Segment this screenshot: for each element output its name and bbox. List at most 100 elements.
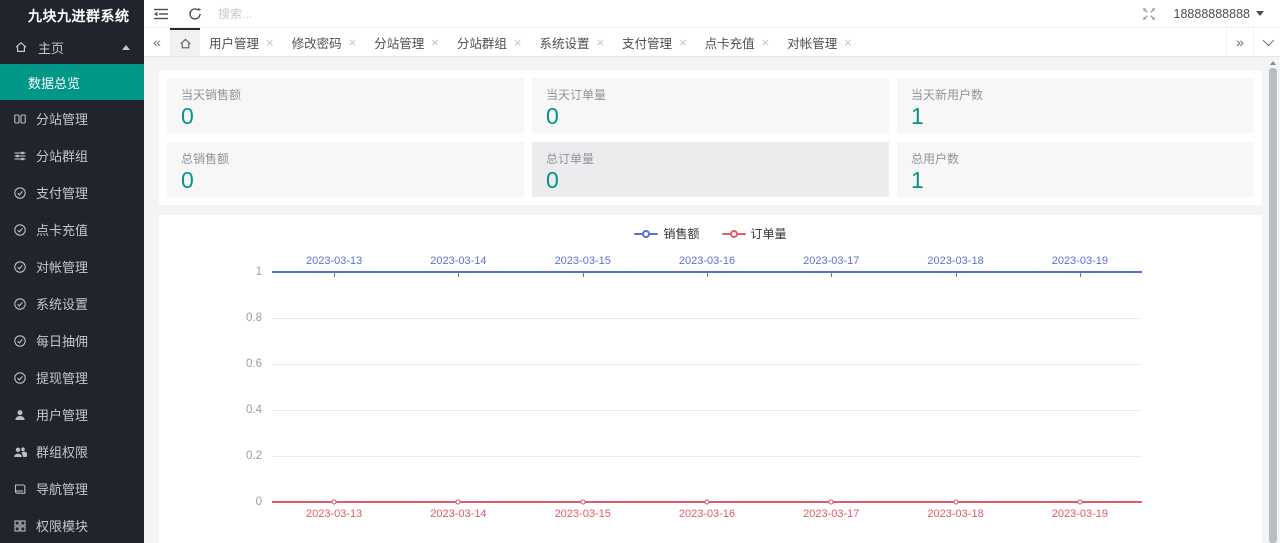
collapse-sidebar-button[interactable] <box>144 0 178 28</box>
close-icon[interactable]: × <box>431 36 439 49</box>
close-icon[interactable]: × <box>596 36 604 49</box>
y-axis-label: 0.6 <box>246 358 262 370</box>
tabs-scroll-right-button[interactable]: » <box>1226 28 1253 56</box>
stat-card-total-users: 总用户数 1 <box>897 142 1254 197</box>
sidebar-item-label: 系统设置 <box>36 297 89 312</box>
close-icon[interactable]: × <box>762 36 770 49</box>
x-axis-bottom-label: 2023-03-17 <box>803 508 860 520</box>
close-icon[interactable]: × <box>349 36 357 49</box>
sidebar-item-system-settings[interactable]: 系统设置 <box>0 285 144 322</box>
chart-legend: 销售额 订单量 <box>159 225 1262 242</box>
legend-item[interactable]: 订单量 <box>721 225 787 242</box>
x-axis-bottom-label: 2023-03-15 <box>554 508 611 520</box>
sidebar-item-withdrawal-manage[interactable]: 提现管理 <box>0 359 144 396</box>
x-axis-top-label: 2023-03-15 <box>554 255 611 267</box>
close-icon[interactable]: × <box>844 36 852 49</box>
legend-item[interactable]: 销售额 <box>634 225 700 242</box>
user-menu[interactable]: 18888888888 <box>1174 7 1264 21</box>
tab-label: 支付管理 <box>622 36 673 51</box>
x-axis-bottom-label: 2023-03-16 <box>678 508 736 520</box>
app-title: 九块九进群系统 <box>28 8 130 24</box>
scrollbar-thumb[interactable] <box>1269 68 1277 543</box>
check-circle-icon <box>13 297 27 311</box>
y-axis-label: 0 <box>255 496 262 508</box>
home-icon <box>179 37 192 50</box>
sidebar-item-substation-group[interactable]: 分站群组 <box>0 137 144 174</box>
gridline <box>272 364 1142 365</box>
tab-card-recharge[interactable]: 点卡充值 × <box>696 28 779 56</box>
legend-line-circle-icon <box>634 229 659 239</box>
tab-label: 分站管理 <box>374 36 425 51</box>
tabs-scroll-left-button[interactable]: « <box>144 28 170 56</box>
sidebar-item-label: 权限模块 <box>36 519 89 534</box>
vertical-scrollbar[interactable] <box>1269 58 1277 543</box>
tab-label: 对帐管理 <box>787 36 838 51</box>
stat-label: 总订单量 <box>546 152 595 166</box>
legend-label: 订单量 <box>750 227 787 241</box>
axis-tick <box>831 273 833 277</box>
check-circle-icon <box>13 260 27 274</box>
y-axis-label: 0.2 <box>246 450 262 462</box>
tab-system-settings[interactable]: 系统设置 × <box>530 28 613 56</box>
sidebar-item-label: 点卡充值 <box>36 223 89 238</box>
search-input[interactable] <box>218 6 408 21</box>
data-point <box>704 499 710 505</box>
scroll-up-arrow-icon <box>1270 60 1276 65</box>
scroll-up-button[interactable] <box>1269 58 1277 67</box>
check-circle-icon <box>13 186 27 200</box>
sidebar-item-label: 导航管理 <box>36 482 89 497</box>
close-icon[interactable]: × <box>266 36 274 49</box>
sidebar-item-navigation-manage[interactable]: 导航管理 <box>0 470 144 507</box>
sidebar-item-daily-commission[interactable]: 每日抽佣 <box>0 322 144 359</box>
tab-reconciliation-manage[interactable]: 对帐管理 × <box>778 28 861 56</box>
module-grid-icon <box>13 519 27 533</box>
stat-card-today-sales: 当天销售额 0 <box>167 78 524 133</box>
fullscreen-button[interactable] <box>1142 7 1156 21</box>
tab-label: 分站群组 <box>456 36 507 51</box>
tab-label: 点卡充值 <box>704 36 755 51</box>
sidebar-item-substation-manage[interactable]: 分站管理 <box>0 100 144 137</box>
tab-change-password[interactable]: 修改密码 × <box>283 28 366 56</box>
refresh-button[interactable] <box>178 0 212 28</box>
axis-tick <box>955 273 957 277</box>
tab-payment-manage[interactable]: 支付管理 × <box>613 28 696 56</box>
check-circle-icon <box>13 334 27 348</box>
tab-label: 用户管理 <box>209 36 260 51</box>
close-icon[interactable]: × <box>514 36 522 49</box>
stat-value: 0 <box>546 167 559 193</box>
x-axis-bottom-label: 2023-03-13 <box>306 508 363 520</box>
check-circle-icon <box>13 371 27 385</box>
sidebar-item-user-manage[interactable]: 用户管理 <box>0 396 144 433</box>
legend-label: 销售额 <box>663 227 700 241</box>
caret-down-icon <box>1256 11 1264 16</box>
data-point <box>580 499 586 505</box>
sidebar-item-payment-manage[interactable]: 支付管理 <box>0 174 144 211</box>
tabs-menu-button[interactable] <box>1253 28 1280 56</box>
tab-user-manage[interactable]: 用户管理 × <box>200 28 283 56</box>
gridline <box>272 410 1142 411</box>
sidebar-item-group-permission[interactable]: 群组权限 <box>0 433 144 470</box>
sidebar-item-home[interactable]: 主页 <box>0 30 144 64</box>
sidebar-subitem-data-overview[interactable]: 数据总览 <box>0 64 144 100</box>
sidebar-item-card-recharge[interactable]: 点卡充值 <box>0 211 144 248</box>
legend-line-circle-icon <box>721 229 746 239</box>
stat-label: 总销售额 <box>181 152 230 166</box>
tab-home[interactable] <box>170 28 200 56</box>
tab-substation-manage[interactable]: 分站管理 × <box>365 28 448 56</box>
sidebar-item-label: 分站管理 <box>36 112 89 127</box>
data-point <box>1077 499 1083 505</box>
stat-label: 当天销售额 <box>181 88 242 102</box>
username: 18888888888 <box>1173 6 1250 21</box>
sidebar-item-permission-module[interactable]: 权限模块 <box>0 507 144 543</box>
axis-tick <box>334 273 336 277</box>
sidebar-item-reconciliation-manage[interactable]: 对帐管理 <box>0 248 144 285</box>
legend-circle <box>642 229 651 238</box>
axis-tick <box>1079 273 1081 277</box>
x-axis-top-label: 2023-03-19 <box>1051 255 1108 267</box>
tab-substation-group[interactable]: 分站群组 × <box>448 28 531 56</box>
x-axis-bottom-label: 2023-03-14 <box>430 508 487 520</box>
gridline <box>272 456 1142 457</box>
x-axis-bottom-label: 2023-03-19 <box>1051 508 1108 520</box>
x-axis-top-label: 2023-03-13 <box>306 255 363 267</box>
close-icon[interactable]: × <box>679 36 687 49</box>
